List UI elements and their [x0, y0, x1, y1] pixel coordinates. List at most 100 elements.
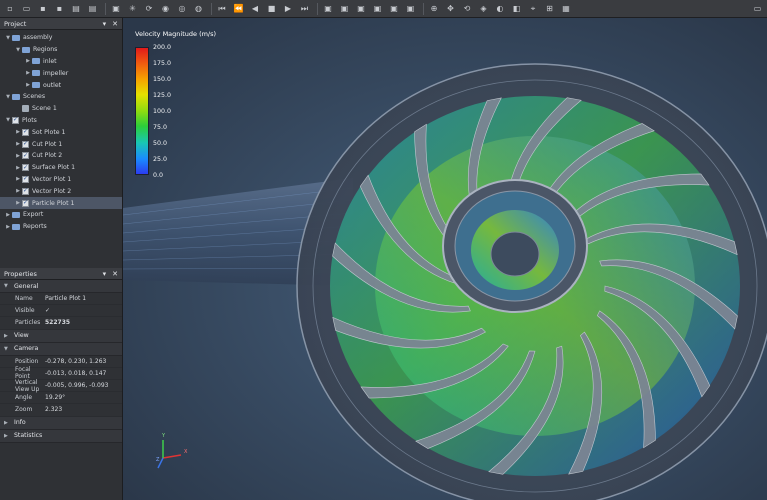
prev-frame-icon[interactable]: ◀	[248, 2, 262, 15]
tree-item[interactable]: ▶ Reports	[0, 221, 122, 233]
step-back-icon[interactable]: ⏪	[232, 2, 246, 15]
checkbox[interactable]: ✓	[12, 116, 19, 124]
settings-icon[interactable]: ✳	[126, 2, 140, 15]
impeller-render[interactable]	[123, 18, 767, 500]
close-icon[interactable]: ✕	[112, 270, 118, 278]
first-frame-icon[interactable]: ⏮	[215, 2, 229, 15]
window-layout-icon[interactable]: ▭	[751, 2, 765, 15]
caret-down-icon[interactable]: ▼	[4, 283, 14, 289]
tree-item[interactable]: ▶ ✓ Sot Plote 1	[0, 126, 122, 138]
stop-circle-icon[interactable]: ◍	[192, 2, 206, 15]
caret-right-icon[interactable]: ▶	[14, 165, 22, 171]
clip-icon[interactable]: ◧	[510, 2, 524, 15]
close-icon[interactable]: ✕	[112, 20, 118, 28]
checkbox[interactable]: ✓	[22, 152, 29, 160]
section-camera[interactable]: ▼ Camera	[0, 342, 122, 356]
tree-item[interactable]: ▶ Export	[0, 209, 122, 221]
axes-icon[interactable]: ⌖	[526, 2, 540, 15]
rotate-icon[interactable]: ⟲	[460, 2, 474, 15]
caret-right-icon[interactable]: ▶	[24, 70, 32, 76]
caret-right-icon[interactable]: ▶	[14, 200, 22, 206]
caret-right-icon[interactable]: ▶	[14, 176, 22, 182]
record-icon[interactable]: ◉	[159, 2, 173, 15]
property-value[interactable]: -0.013, 0.018, 0.147	[45, 370, 106, 377]
camera-icon[interactable]: ◐	[493, 2, 507, 15]
tree-item[interactable]: ▶ impeller	[0, 67, 122, 79]
caret-right-icon[interactable]: ▶	[4, 212, 12, 218]
tree-item[interactable]: ▼ assembly	[0, 32, 122, 44]
checkbox[interactable]: ✓	[22, 140, 29, 148]
axis-z-label: Z	[156, 457, 160, 463]
checkbox[interactable]: ✓	[22, 175, 29, 183]
view-iso-icon[interactable]: ▣	[387, 2, 401, 15]
checkbox[interactable]: ✓	[22, 199, 29, 207]
tree-item[interactable]: ▶ ✓ Cut Plot 1	[0, 138, 122, 150]
tree-item[interactable]: Scene 1	[0, 103, 122, 115]
section-view[interactable]: ▶ View	[0, 329, 122, 343]
export-icon[interactable]: ▤	[86, 2, 100, 15]
view-fit-icon[interactable]: ▣	[321, 2, 335, 15]
view-front-icon[interactable]: ▣	[338, 2, 352, 15]
caret-right-icon[interactable]: ▶	[14, 141, 22, 147]
probe-icon[interactable]: ◈	[477, 2, 491, 15]
zoom-icon[interactable]: ⊕	[427, 2, 441, 15]
caret-right-icon[interactable]: ▶	[4, 224, 12, 230]
open-folder-icon[interactable]: ▭	[20, 2, 34, 15]
property-value[interactable]: 19.29°	[45, 394, 65, 401]
screenshot-icon[interactable]: ▣	[109, 2, 123, 15]
next-frame-icon[interactable]: ⏭	[298, 2, 312, 15]
pan-icon[interactable]: ✥	[444, 2, 458, 15]
caret-right-icon[interactable]: ▶	[24, 82, 32, 88]
property-value[interactable]: -0.278, 0.230, 1.263	[45, 358, 106, 365]
new-file-icon[interactable]: ▫	[3, 2, 17, 15]
refresh-icon[interactable]: ⟳	[142, 2, 156, 15]
view-top-icon[interactable]: ▣	[354, 2, 368, 15]
caret-right-icon[interactable]: ▶	[4, 420, 14, 426]
caret-right-icon[interactable]: ▶	[14, 153, 22, 159]
checkbox[interactable]: ✓	[22, 128, 29, 136]
import-icon[interactable]: ▤	[69, 2, 83, 15]
caret-right-icon[interactable]: ▶	[24, 58, 32, 64]
tree-item[interactable]: ▶ outlet	[0, 79, 122, 91]
panel-menu-icon[interactable]: ▾	[103, 270, 107, 278]
save-icon[interactable]: ▪	[36, 2, 50, 15]
save-as-icon[interactable]: ▪	[53, 2, 67, 15]
panel-menu-icon[interactable]: ▾	[103, 20, 107, 28]
property-value[interactable]: -0.005, 0.996, -0.093	[45, 382, 109, 389]
checkbox[interactable]: ✓	[22, 164, 29, 172]
section-statistics[interactable]: ▶ Statistics	[0, 429, 122, 443]
tree-item[interactable]: ▶ ✓ Surface Plot 1	[0, 162, 122, 174]
caret-right-icon[interactable]: ▶	[14, 129, 22, 135]
property-value[interactable]: 522735	[45, 319, 70, 326]
property-value[interactable]: ✓	[45, 307, 50, 314]
tree-item[interactable]: ▶ inlet	[0, 56, 122, 68]
tree-item[interactable]: ▶ ✓ Vector Plot 1	[0, 174, 122, 186]
tree-item[interactable]: ▶ ✓ Vector Plot 2	[0, 185, 122, 197]
tree-item[interactable]: ▶ ✓ Cut Plot 2	[0, 150, 122, 162]
tree-item[interactable]: ▶ ✓ Particle Plot 1	[0, 197, 122, 209]
stop-icon[interactable]: ■	[265, 2, 279, 15]
section-general[interactable]: ▼ General	[0, 280, 122, 293]
view-side-icon[interactable]: ▣	[371, 2, 385, 15]
checkbox[interactable]: ✓	[22, 187, 29, 195]
caret-down-icon[interactable]: ▼	[4, 94, 12, 100]
tree-item[interactable]: ▼ Regions	[0, 44, 122, 56]
caret-down-icon[interactable]: ▼	[4, 117, 12, 123]
play-icon[interactable]: ▶	[281, 2, 295, 15]
grid-icon[interactable]: ⊞	[543, 2, 557, 15]
tree-item[interactable]: ▼ Scenes	[0, 91, 122, 103]
play-circle-icon[interactable]: ◎	[175, 2, 189, 15]
caret-down-icon[interactable]: ▼	[14, 47, 22, 53]
caret-right-icon[interactable]: ▶	[14, 188, 22, 194]
caret-down-icon[interactable]: ▼	[4, 35, 12, 41]
caret-right-icon[interactable]: ▶	[4, 433, 14, 439]
tree-item[interactable]: ▼ ✓ Plots	[0, 115, 122, 127]
caret-down-icon[interactable]: ▼	[4, 346, 14, 352]
3d-viewport[interactable]: Velocity Magnitude (m/s) 200.0 175.0 150.0…	[123, 18, 767, 500]
property-value[interactable]: Particle Plot 1	[45, 295, 86, 302]
layout-icon[interactable]: ▦	[559, 2, 573, 15]
view-reset-icon[interactable]: ▣	[404, 2, 418, 15]
property-value[interactable]: 2.323	[45, 406, 62, 413]
caret-right-icon[interactable]: ▶	[4, 333, 14, 339]
section-info[interactable]: ▶ Info	[0, 416, 122, 430]
